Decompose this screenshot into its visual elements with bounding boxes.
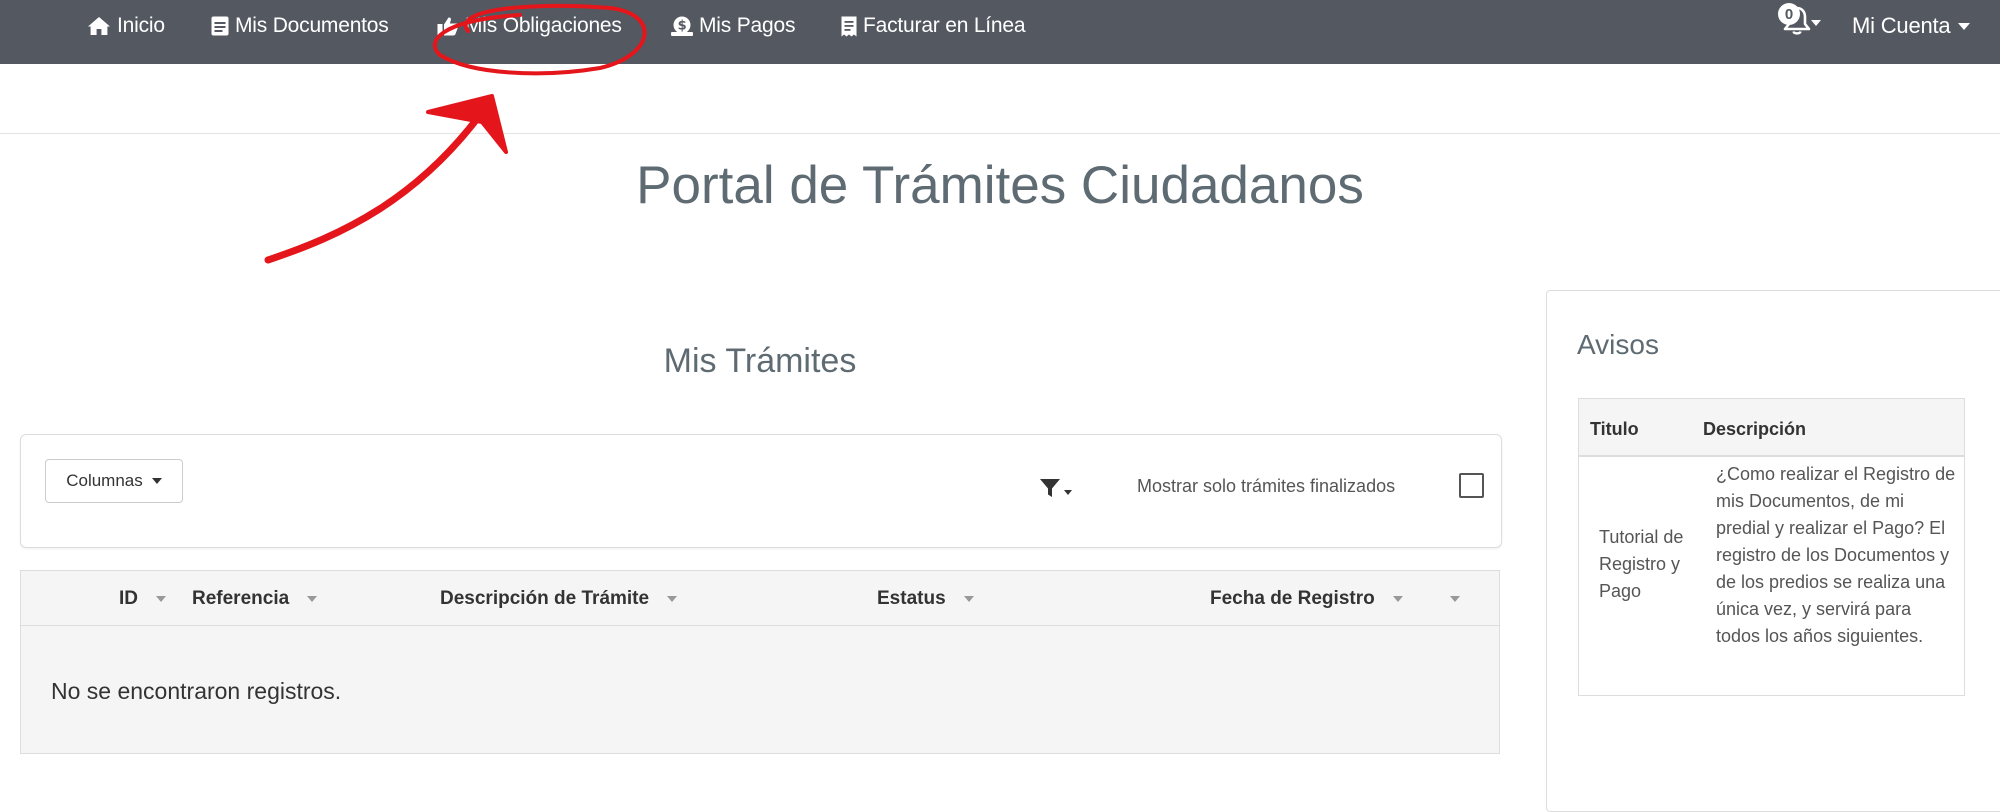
columns-dropdown-button[interactable]: Columnas xyxy=(45,459,183,503)
column-header-descripcion-label: Descripción de Trámite xyxy=(440,588,650,609)
filter-dropdown-button[interactable] xyxy=(1039,473,1079,503)
avisos-table: Titulo Descripción Tutorial de Registro … xyxy=(1578,398,1965,696)
nav-mis-pagos-label: Mis Pagos xyxy=(699,14,796,37)
account-menu-label: Mi Cuenta xyxy=(1852,13,1951,38)
column-header-id[interactable]: ID xyxy=(119,571,166,627)
annotation-arrow-head xyxy=(426,94,508,154)
avisos-header-titulo: Titulo xyxy=(1590,419,1639,439)
thumbs-up-icon xyxy=(437,16,459,36)
svg-text:$: $ xyxy=(678,19,687,34)
column-header-id-label: ID xyxy=(119,588,138,609)
column-header-referencia[interactable]: Referencia xyxy=(192,571,318,627)
nav-mis-documentos-label: Mis Documentos xyxy=(235,14,389,37)
avisos-row-descripcion: ¿Como realizar el Registro de mis Docume… xyxy=(1716,464,1956,646)
sort-caret-icon xyxy=(667,596,678,602)
chevron-down-icon xyxy=(1064,489,1072,495)
avisos-row-titulo: Tutorial de Registro y Pago xyxy=(1599,527,1684,601)
money-icon: $ xyxy=(671,16,693,36)
nav-facturar-label: Facturar en Línea xyxy=(863,14,1026,37)
account-menu[interactable]: Mi Cuenta xyxy=(1852,0,1971,52)
column-header-referencia-label: Referencia xyxy=(192,588,290,609)
avisos-header-descripcion: Descripción xyxy=(1703,419,1807,439)
tramites-table-header: ID Referencia Descripción de Trámite Est… xyxy=(20,570,1500,626)
sort-caret-icon xyxy=(307,596,318,602)
only-finished-checkbox[interactable] xyxy=(1459,473,1484,498)
avisos-panel: Avisos Titulo Descripción Tutorial de Re… xyxy=(1546,290,2000,812)
column-header-descripcion[interactable]: Descripción de Trámite xyxy=(440,571,678,627)
notifications-count-badge: 0 xyxy=(1778,3,1800,25)
nav-mis-documentos[interactable]: Mis Documentos xyxy=(211,0,389,52)
tramites-table-body: No se encontraron registros. xyxy=(20,626,1500,754)
filter-icon xyxy=(1040,479,1060,497)
top-navbar: Inicio Mis Documentos Mis Obligaciones $… xyxy=(0,0,2000,64)
chevron-down-icon xyxy=(1811,20,1821,26)
sort-caret-icon xyxy=(156,596,166,602)
nav-mis-obligaciones[interactable]: Mis Obligaciones xyxy=(437,0,622,52)
column-header-estatus-label: Estatus xyxy=(877,588,946,609)
columns-button-label: Columnas xyxy=(66,471,143,490)
nav-mis-obligaciones-label: Mis Obligaciones xyxy=(465,14,622,37)
column-header-fecha-registro[interactable]: Fecha de Registro xyxy=(1210,571,1403,627)
nav-facturar-en-linea[interactable]: Facturar en Línea xyxy=(841,0,1026,52)
invoice-icon xyxy=(841,16,857,37)
nav-mis-pagos[interactable]: $ Mis Pagos xyxy=(671,0,795,52)
document-icon xyxy=(211,16,229,36)
home-icon xyxy=(87,16,111,36)
page-title: Portal de Trámites Ciudadanos xyxy=(636,156,1364,215)
sort-caret-icon xyxy=(1392,596,1403,602)
avisos-title: Avisos xyxy=(1577,329,1659,360)
section-title-mis-tramites: Mis Trámites xyxy=(663,342,857,380)
header-divider xyxy=(0,133,2000,134)
nav-inicio[interactable]: Inicio xyxy=(87,0,165,52)
column-header-estatus[interactable]: Estatus xyxy=(877,571,974,627)
tramites-toolbar: Columnas Mostrar solo trámites finalizad… xyxy=(20,434,1502,548)
empty-table-message: No se encontraron registros. xyxy=(51,678,342,704)
nav-inicio-label: Inicio xyxy=(117,14,165,37)
only-finished-label: Mostrar solo trámites finalizados xyxy=(1137,476,1396,496)
avisos-table-header: Titulo Descripción xyxy=(1579,399,1964,457)
column-header-fecha-label: Fecha de Registro xyxy=(1210,588,1375,609)
notifications-button[interactable]: 0 xyxy=(1776,0,1822,40)
chevron-down-icon xyxy=(151,478,162,484)
chevron-down-icon xyxy=(1958,22,1971,30)
sort-caret-icon[interactable] xyxy=(1450,596,1460,602)
sort-caret-icon xyxy=(963,596,974,602)
